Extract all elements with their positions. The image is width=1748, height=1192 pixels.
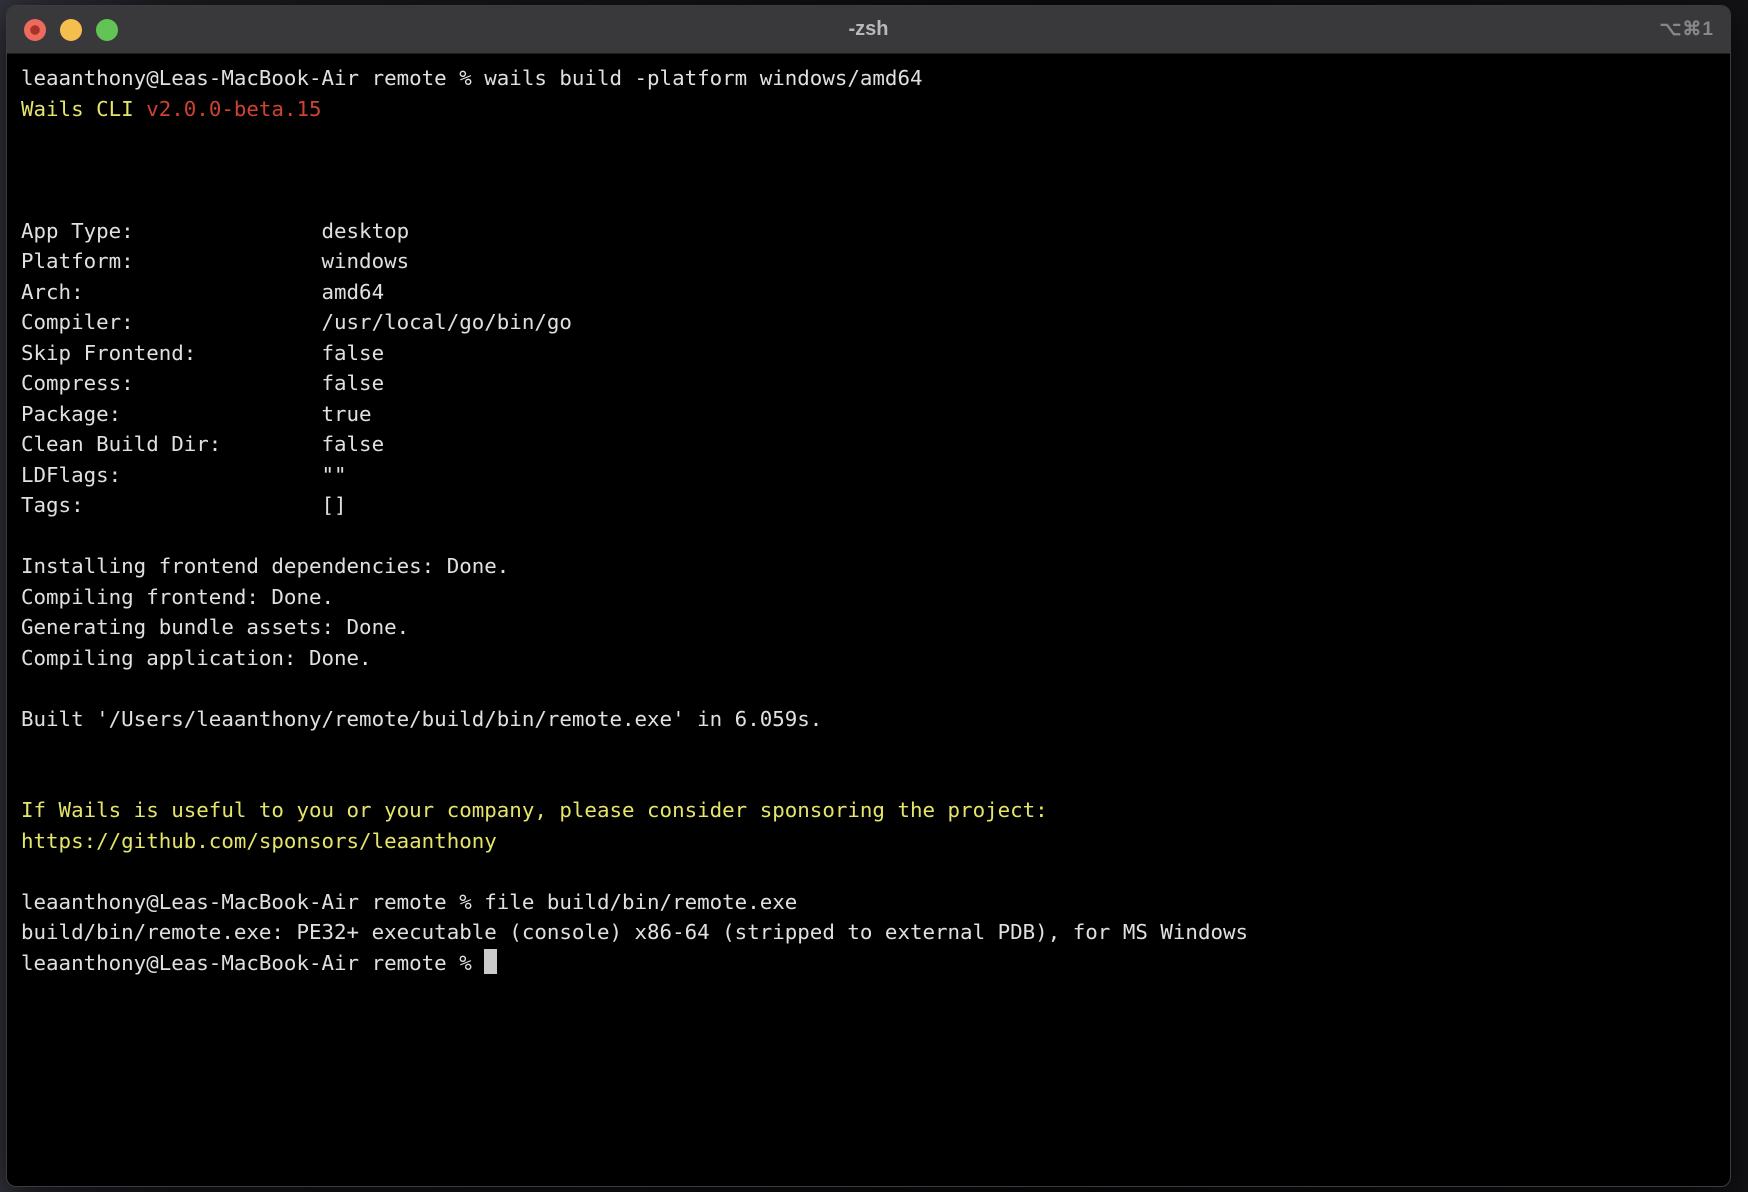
config-value: false [321,432,384,456]
zoom-button[interactable] [96,19,118,41]
file-output-line: build/bin/remote.exe: PE32+ executable (… [21,917,1730,948]
config-label: Clean Build Dir: [21,429,321,460]
blank-line [21,521,1730,552]
config-value: /usr/local/go/bin/go [321,310,571,334]
prompt-line-idle: leaanthony@Leas-MacBook-Air remote % [21,948,1730,979]
config-value: windows [321,249,409,273]
config-row: Skip Frontend:false [21,338,1730,369]
config-row: Package:true [21,399,1730,430]
config-row: App Type:desktop [21,216,1730,247]
config-row: Compiler:/usr/local/go/bin/go [21,307,1730,338]
blank-line [21,185,1730,216]
prompt-line-build: leaanthony@Leas-MacBook-Air remote % wai… [21,63,1730,94]
wails-cli-version: v2.0.0-beta.15 [146,97,321,121]
config-label: Arch: [21,277,321,308]
window-title: -zsh [7,18,1730,41]
built-message-line: Built '/Users/leaanthony/remote/build/bi… [21,704,1730,735]
wails-cli-version-line: Wails CLI v2.0.0-beta.15 [21,94,1730,125]
blank-line [21,124,1730,155]
config-label: App Type: [21,216,321,247]
wails-cli-label: Wails CLI [21,97,146,121]
traffic-lights [24,19,118,41]
config-value: false [321,371,384,395]
build-step-line: Compiling application: Done. [21,643,1730,674]
config-label: Platform: [21,246,321,277]
minimize-button[interactable] [60,19,82,41]
config-row: Tags:[] [21,490,1730,521]
config-row: LDFlags:"" [21,460,1730,491]
config-label: Compiler: [21,307,321,338]
build-step-line: Compiling frontend: Done. [21,582,1730,613]
sponsor-url-line: https://github.com/sponsors/leaanthony [21,826,1730,857]
blank-line [21,155,1730,186]
config-label: Tags: [21,490,321,521]
title-bar[interactable]: -zsh ⌥⌘1 [7,6,1730,54]
config-row: Platform:windows [21,246,1730,277]
config-row: Clean Build Dir:false [21,429,1730,460]
config-label: Package: [21,399,321,430]
blank-line [21,765,1730,796]
config-value: desktop [321,219,409,243]
config-label: Compress: [21,368,321,399]
config-value: true [321,402,371,426]
terminal-cursor [484,949,497,974]
terminal-window: -zsh ⌥⌘1 leaanthony@Leas-MacBook-Air rem… [6,5,1731,1187]
config-label: Skip Frontend: [21,338,321,369]
window-shortcut-badge: ⌥⌘1 [1660,6,1714,53]
config-value: "" [321,463,346,487]
blank-line [21,734,1730,765]
prompt-text: leaanthony@Leas-MacBook-Air remote % [21,951,484,975]
blank-line [21,856,1730,887]
config-label: LDFlags: [21,460,321,491]
build-step-line: Generating bundle assets: Done. [21,612,1730,643]
blank-line [21,673,1730,704]
sponsor-message-line: If Wails is useful to you or your compan… [21,795,1730,826]
config-row: Arch:amd64 [21,277,1730,308]
terminal-output[interactable]: leaanthony@Leas-MacBook-Air remote % wai… [7,54,1730,1186]
config-value: amd64 [321,280,384,304]
config-row: Compress:false [21,368,1730,399]
config-value: [] [321,493,346,517]
close-button[interactable] [24,19,46,41]
build-step-line: Installing frontend dependencies: Done. [21,551,1730,582]
config-value: false [321,341,384,365]
prompt-line-file: leaanthony@Leas-MacBook-Air remote % fil… [21,887,1730,918]
